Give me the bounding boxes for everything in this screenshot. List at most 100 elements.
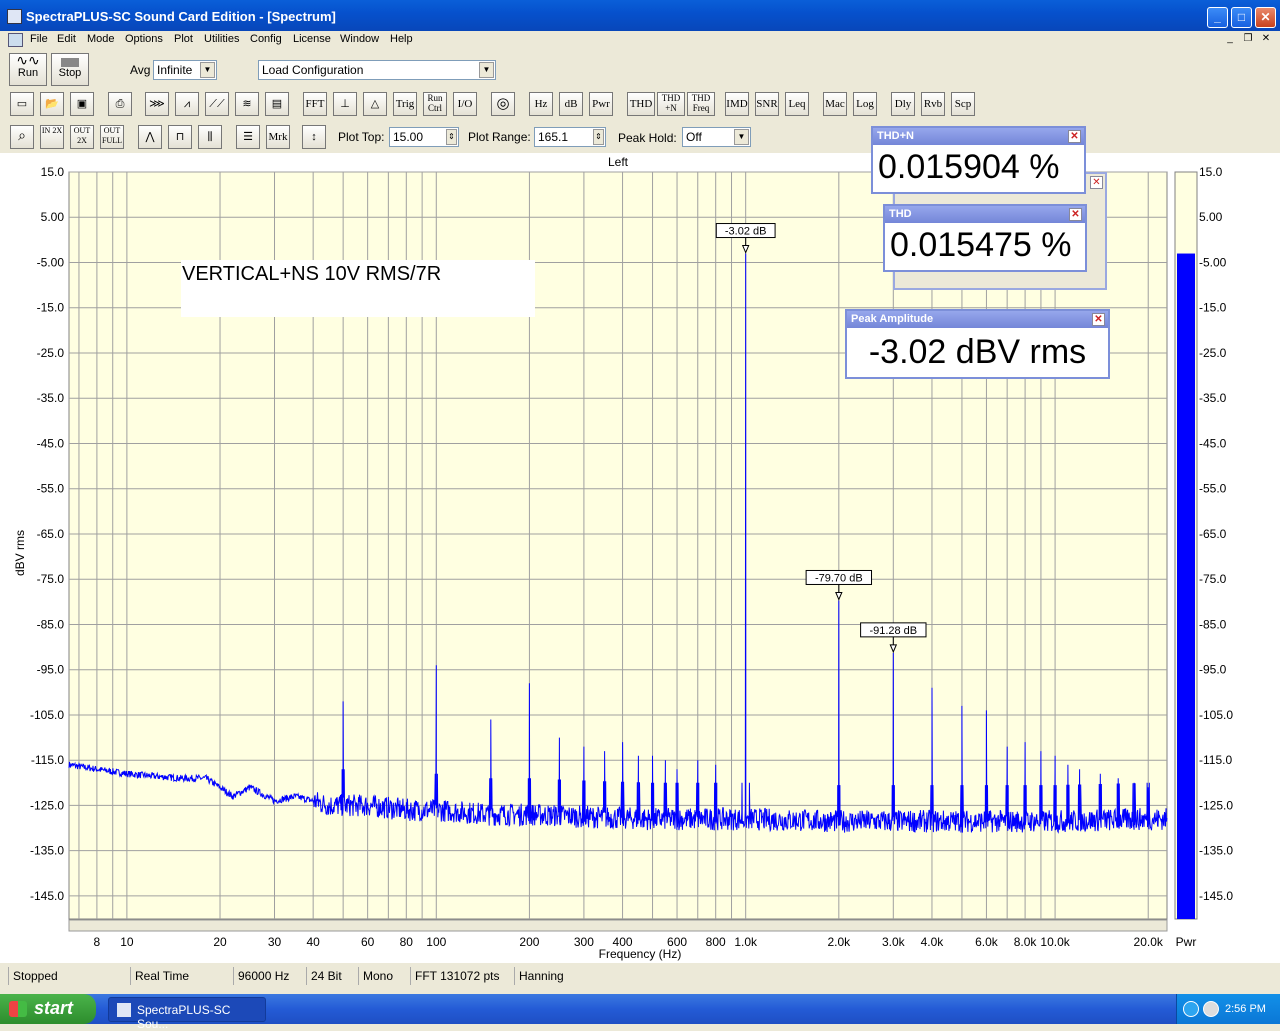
signal-generator-icon[interactable]: ◎: [491, 92, 515, 116]
menu-edit[interactable]: Edit: [57, 33, 76, 45]
thd-freq-button[interactable]: THD Freq: [687, 92, 715, 116]
tray-app-icon[interactable]: [1203, 1001, 1219, 1017]
y-tick-label: -55.0: [37, 482, 65, 496]
close-button[interactable]: ✕: [1255, 7, 1276, 28]
mdi-restore-icon[interactable]: ❐: [1240, 33, 1256, 47]
imd-button[interactable]: IMD: [725, 92, 749, 116]
thd-n-meter[interactable]: THD+N ✕ 0.015904 %: [871, 126, 1086, 194]
tray-expand-icon[interactable]: [1183, 1001, 1199, 1017]
y-tick-label: -125.0: [30, 798, 64, 812]
spectrogram-icon[interactable]: ≋: [235, 92, 259, 116]
leq-button[interactable]: Leq: [785, 92, 809, 116]
close-icon[interactable]: ✕: [1090, 176, 1103, 189]
spin-arrows-icon[interactable]: ⇕: [593, 129, 604, 145]
x-tick-label: 30: [268, 935, 282, 949]
run-button[interactable]: ∿∿ Run: [9, 53, 47, 86]
open-folder-icon[interactable]: 📂: [40, 92, 64, 116]
thd-button[interactable]: THD: [627, 92, 655, 116]
menu-plot[interactable]: Plot: [174, 33, 193, 45]
status-bar: Stopped Real Time 96000 Hz 24 Bit Mono F…: [0, 965, 1280, 987]
peak-icon[interactable]: ⋀: [138, 125, 162, 149]
peak-amplitude-meter[interactable]: Peak Amplitude ✕ -3.02 dBV rms: [845, 309, 1110, 379]
mac-button[interactable]: Mac: [823, 92, 847, 116]
stop-icon: [61, 58, 79, 67]
3d-surface-icon[interactable]: ▤: [265, 92, 289, 116]
pwr-button[interactable]: Pwr: [589, 92, 613, 116]
close-icon[interactable]: ✕: [1068, 130, 1081, 143]
start-button[interactable]: start: [0, 994, 96, 1024]
x-tick-label: 1.0k: [734, 935, 758, 949]
meter-title: THD+N: [877, 130, 914, 142]
y-tick-label: -45.0: [37, 436, 65, 450]
stop-button[interactable]: Stop: [51, 53, 89, 86]
meter-tick-label: 5.00: [1199, 210, 1223, 224]
filter-icon[interactable]: △: [363, 92, 387, 116]
spectrum-icon[interactable]: ⩘: [175, 92, 199, 116]
print-icon[interactable]: ⎙: [108, 92, 132, 116]
zoom-out-full-button[interactable]: OUT FULL: [100, 125, 124, 149]
menu-utilities[interactable]: Utilities: [204, 33, 239, 45]
menu-file[interactable]: File: [30, 33, 48, 45]
pwr-meter-label: Pwr: [1176, 935, 1197, 949]
scp-button[interactable]: Scp: [951, 92, 975, 116]
menu-window[interactable]: Window: [340, 33, 379, 45]
y-tick-label: -135.0: [30, 844, 64, 858]
save-icon[interactable]: ▣: [70, 92, 94, 116]
x-axis-label: Frequency (Hz): [599, 947, 682, 961]
close-icon[interactable]: ✕: [1069, 208, 1082, 221]
sawtooth-icon[interactable]: ⟋⟋: [205, 92, 229, 116]
meter-tick-label: -55.0: [1199, 482, 1227, 496]
taskbar-item-spectraplus[interactable]: SpectraPLUS-SC Sou...: [108, 997, 266, 1031]
plot-top-stepper[interactable]: 15.00 ⇕: [389, 127, 459, 147]
menu-mode[interactable]: Mode: [87, 33, 115, 45]
rvb-button[interactable]: Rvb: [921, 92, 945, 116]
log-button[interactable]: Log: [853, 92, 877, 116]
bar-graph-icon[interactable]: ⫼: [198, 125, 222, 149]
maximize-button[interactable]: □: [1231, 7, 1252, 28]
zoom-in-2x-button[interactable]: IN 2X: [40, 125, 64, 149]
vertical-range-icon[interactable]: ↕: [302, 125, 326, 149]
table-icon[interactable]: ☰: [236, 125, 260, 149]
thd-n-button[interactable]: THD +N: [657, 92, 685, 116]
load-configuration-select[interactable]: Load Configuration ▼: [258, 60, 496, 80]
hz-button[interactable]: Hz: [529, 92, 553, 116]
mdi-close-icon[interactable]: ✕: [1258, 33, 1274, 47]
fft-button[interactable]: FFT: [303, 92, 327, 116]
app-icon[interactable]: [7, 9, 22, 24]
octave-bars-icon[interactable]: ⊓: [168, 125, 192, 149]
run-ctrl-button[interactable]: Run Ctrl: [423, 92, 447, 116]
clock: 2:56 PM: [1225, 1003, 1266, 1015]
x-tick-label: 80: [400, 935, 414, 949]
io-button[interactable]: I/O: [453, 92, 477, 116]
menu-options[interactable]: Options: [125, 33, 163, 45]
x-tick-label: 4.0k: [921, 935, 945, 949]
magnifier-icon[interactable]: ⌕: [10, 125, 34, 149]
meter-value: 0.015904 %: [878, 148, 1060, 186]
peak-hold-select[interactable]: Off ▼: [682, 127, 751, 147]
dly-button[interactable]: Dly: [891, 92, 915, 116]
spin-arrows-icon[interactable]: ⇕: [446, 129, 457, 145]
waveform-arrow-icon[interactable]: ⋙: [145, 92, 169, 116]
menu-license[interactable]: License: [293, 33, 331, 45]
axes-icon[interactable]: ⊥: [333, 92, 357, 116]
close-icon[interactable]: ✕: [1092, 313, 1105, 326]
thd-meter[interactable]: THD ✕ 0.015475 %: [883, 204, 1087, 272]
x-tick-label: 8: [94, 935, 101, 949]
document-icon[interactable]: [8, 33, 23, 47]
x-tick-label: 6.0k: [975, 935, 999, 949]
status-mode: Real Time: [130, 967, 233, 985]
mrk-button[interactable]: Mrk: [266, 125, 290, 149]
mdi-minimize-icon[interactable]: _: [1222, 33, 1238, 47]
db-button[interactable]: dB: [559, 92, 583, 116]
plot-range-stepper[interactable]: 165.1 ⇕: [534, 127, 606, 147]
horizontal-scrollbar: [68, 919, 1168, 932]
snr-button[interactable]: SNR: [755, 92, 779, 116]
meter-title: THD: [889, 208, 912, 220]
new-file-icon[interactable]: ▭: [10, 92, 34, 116]
avg-select[interactable]: Infinite ▼: [153, 60, 217, 80]
menu-help[interactable]: Help: [390, 33, 413, 45]
trig-button[interactable]: Trig: [393, 92, 417, 116]
minimize-button[interactable]: _: [1207, 7, 1228, 28]
zoom-out-2x-button[interactable]: OUT 2X: [70, 125, 94, 149]
menu-config[interactable]: Config: [250, 33, 282, 45]
